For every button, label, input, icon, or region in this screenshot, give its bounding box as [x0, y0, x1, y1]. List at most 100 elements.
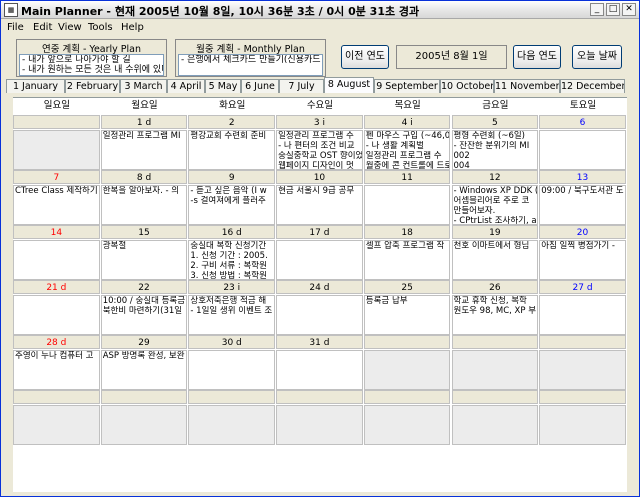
day-cell[interactable]	[188, 405, 276, 445]
next-year-button[interactable]: 다음 연도	[513, 45, 561, 69]
day-number: 15	[100, 225, 188, 239]
day-number	[188, 390, 276, 404]
day-cell[interactable]	[276, 295, 363, 335]
day-cell[interactable]: 셀프 압축 프로그램 작	[363, 240, 451, 280]
menu-tools[interactable]: Tools	[88, 22, 113, 33]
tab-august[interactable]: 8 August	[324, 77, 374, 93]
day-number: 25	[363, 280, 451, 294]
day-cell[interactable]: 주영이 누나 컴퓨터 고	[13, 350, 100, 390]
planner-app-icon: ▦	[4, 3, 18, 17]
day-note: ASP 방명록 완성, 보완	[102, 351, 185, 361]
day-number: 28 d	[13, 335, 100, 349]
day-number	[13, 115, 100, 129]
day-cell[interactable]	[539, 405, 626, 445]
prev-year-button[interactable]: 이전 연도	[341, 45, 389, 69]
day-cell[interactable]: 광복절	[100, 240, 188, 280]
menu-view[interactable]: View	[58, 22, 82, 33]
close-button[interactable]: ✕	[622, 3, 636, 16]
weekday-header: 수요일	[306, 100, 334, 111]
day-note: - CPtrList 조사하기, a	[453, 216, 537, 225]
weekday-header: 일요일	[43, 100, 70, 111]
day-cell[interactable]: 펜 마우스 구입 (~46,0- 나 생활 계획벌 일정관리 프로그램 수 월중에 …	[363, 130, 451, 170]
menu-help[interactable]: Help	[121, 22, 144, 33]
day-cell[interactable]: 아침 일찍 병점가기 -	[539, 240, 626, 280]
day-cell[interactable]: 평강교회 수련회 준비	[188, 130, 276, 170]
month-tabs: 1 January 2 February 3 March 4 April 5 M…	[6, 77, 636, 93]
menu-file[interactable]: File	[7, 22, 24, 33]
day-cell[interactable]: 숭실대 복학 신청기간 1. 신청 기간 : 2005. 2. 구비 서류 : 복학…	[188, 240, 276, 280]
day-number	[100, 390, 188, 404]
tab-june[interactable]: 6 June	[241, 79, 279, 93]
day-cell[interactable]: 09:00 / 북구도서관 도	[539, 185, 626, 225]
day-cell[interactable]: - 듣고 싶은 음악 (I w -s 걸여져에게 플러주	[188, 185, 276, 225]
tab-september[interactable]: 9 September	[374, 79, 440, 93]
today-button[interactable]: 오늘 날짜	[572, 45, 622, 69]
day-cell[interactable]	[539, 130, 626, 170]
day-number	[363, 390, 451, 404]
monthly-plan-text[interactable]: - 은행에서 체크카드 만들기(신용카드	[178, 54, 323, 76]
day-note: 한복을 알아보자. - 의	[102, 186, 180, 196]
day-cell[interactable]: CTree Class 제작하기	[13, 185, 100, 225]
tab-july[interactable]: 7 July	[279, 79, 324, 93]
day-cell[interactable]	[13, 130, 100, 170]
day-note: 셀프 압축 프로그램 작	[365, 241, 445, 251]
day-cell[interactable]: - Windows XP DDK (어셈블리어로 주로 코 만들어보자. - CPt…	[451, 185, 539, 225]
day-number: 29	[100, 335, 188, 349]
day-cell[interactable]: 천호 이마트에서 형님	[451, 240, 539, 280]
day-number: 19	[451, 225, 539, 239]
tab-october[interactable]: 10 October	[440, 79, 494, 93]
day-number	[276, 390, 363, 404]
yearly-plan-title: 연중 계획 - Yearly Plan	[41, 44, 142, 55]
day-number	[451, 390, 539, 404]
maximize-button[interactable]: □	[606, 3, 620, 16]
day-cell[interactable]	[188, 350, 276, 390]
yearly-plan-text[interactable]: - 내가 앞으로 나아가야 할 길 - 내가 원하는 모든 것은 내 수위에 있…	[19, 54, 164, 76]
day-cell[interactable]	[276, 240, 363, 280]
day-cell[interactable]: 평형 수련회 (~6일) - 잔잔한 분위기의 MI 002 004	[451, 130, 539, 170]
day-cell[interactable]: 등록금 납부	[363, 295, 451, 335]
day-cell[interactable]	[276, 405, 363, 445]
day-note: 일정관리 프로그램 수	[365, 151, 442, 161]
day-note: 일정관리 프로그램 MI	[102, 131, 181, 141]
day-number	[13, 390, 100, 404]
menu-bar: File Edit View Tools Help	[1, 20, 639, 37]
day-cell[interactable]	[13, 405, 100, 445]
day-cell[interactable]: 10:00 / 숭실대 등록금 북한비 마련하기(31일	[100, 295, 188, 335]
day-cell[interactable]	[363, 350, 451, 390]
day-number	[363, 335, 451, 349]
day-note: 펜 마우스 구입 (~46,0	[365, 131, 450, 141]
day-cell[interactable]	[13, 240, 100, 280]
tab-december[interactable]: 12 December	[560, 79, 625, 93]
day-cell[interactable]	[363, 405, 451, 445]
tab-may[interactable]: 5 May	[205, 79, 241, 93]
day-number: 17 d	[276, 225, 363, 239]
day-cell[interactable]	[451, 350, 539, 390]
day-cell[interactable]	[363, 185, 451, 225]
day-cell[interactable]	[100, 405, 188, 445]
day-cell[interactable]	[539, 350, 626, 390]
day-note: 원도우 98, MC, XP 부	[453, 306, 537, 316]
day-cell[interactable]: 학교 휴학 신청, 복학 원도우 98, MC, XP 부	[451, 295, 539, 335]
day-cell[interactable]: 일정관리 프로그램 MI	[100, 130, 188, 170]
tab-march[interactable]: 3 March	[120, 79, 167, 93]
day-cell[interactable]	[451, 405, 539, 445]
day-cell[interactable]	[276, 350, 363, 390]
tab-february[interactable]: 2 February	[65, 79, 120, 93]
day-cell[interactable]: 상호저축은행 적금 해- 1일일 생위 이벤트 조	[188, 295, 276, 335]
day-note: 숭실대 복학 신청기간	[190, 241, 267, 251]
day-cell[interactable]	[13, 295, 100, 335]
menu-edit[interactable]: Edit	[33, 22, 52, 33]
tab-january[interactable]: 1 January	[6, 79, 65, 93]
day-number: 11	[363, 170, 451, 184]
tab-november[interactable]: 11 November	[494, 79, 560, 93]
tab-april[interactable]: 4 April	[167, 79, 205, 93]
day-note: 평형 수련회 (~6일)	[453, 131, 526, 141]
day-cell[interactable]: ASP 방명록 완성, 보완	[100, 350, 188, 390]
day-cell[interactable]	[539, 295, 626, 335]
minimize-button[interactable]: _	[590, 3, 604, 16]
day-cell[interactable]: 현금 서울시 9급 공무	[276, 185, 363, 225]
day-note: - 나 생활 계획벌	[365, 141, 424, 151]
day-cell[interactable]: 일정관리 프로그램 수- 나 편터의 조건 비교 숭실중학교 OST 향이었 웹페이…	[276, 130, 363, 170]
title-bar[interactable]: ▦ Main Planner - 현재 2005년 10월 8일, 10시 36…	[1, 1, 639, 19]
day-cell[interactable]: 한복을 알아보자. - 의	[100, 185, 188, 225]
